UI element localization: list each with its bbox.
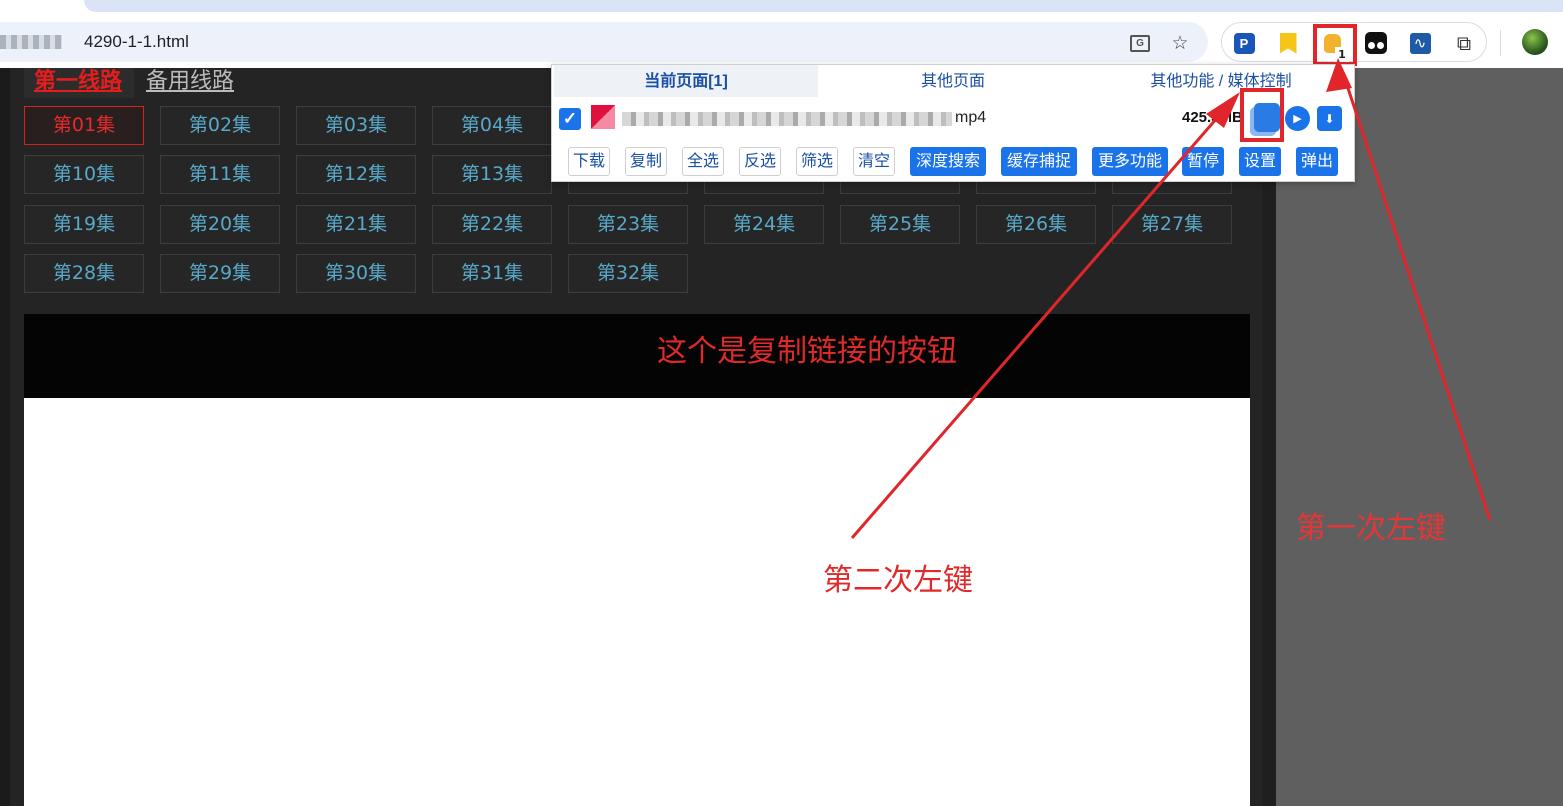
tampermonkey-extension-icon[interactable] bbox=[1364, 31, 1388, 55]
episode-button[interactable]: 第13集 bbox=[432, 155, 552, 194]
arrow-to-extension bbox=[1342, 75, 1492, 521]
annotation-copy-note: 这个是复制链接的按钮 bbox=[657, 334, 957, 369]
play-icon[interactable]: ▶ bbox=[1285, 106, 1310, 131]
media-name-blurred bbox=[622, 112, 952, 126]
episode-button[interactable]: 第04集 bbox=[432, 106, 552, 145]
copy-button-highlight-box bbox=[1240, 88, 1284, 142]
extension-popup: 当前页面[1] 其他页面 其他功能 / 媒体控制 ✓ mp4 425.3MB ▶… bbox=[551, 64, 1355, 182]
episode-button[interactable]: 第28集 bbox=[24, 254, 144, 293]
download-icon[interactable]: ⬇ bbox=[1317, 106, 1342, 131]
episode-button[interactable]: 第27集 bbox=[1112, 205, 1232, 244]
episode-button[interactable]: 第29集 bbox=[160, 254, 280, 293]
episode-button[interactable]: 第23集 bbox=[568, 205, 688, 244]
toolbar-divider bbox=[1500, 30, 1501, 56]
tab-more-functions[interactable]: 其他功能 / 媒体控制 bbox=[1088, 65, 1354, 97]
popout-button[interactable]: 弹出 bbox=[1296, 147, 1338, 176]
tab-other-pages[interactable]: 其他页面 bbox=[818, 65, 1088, 97]
episode-button[interactable]: 第19集 bbox=[24, 205, 144, 244]
extension-highlight-box bbox=[1313, 24, 1357, 66]
deep-search-button[interactable]: 深度搜索 bbox=[910, 147, 986, 176]
annotation-second-click: 第二次左键 bbox=[823, 563, 973, 598]
select-all-button[interactable]: 全选 bbox=[682, 147, 724, 176]
tab-current-page[interactable]: 当前页面[1] bbox=[554, 65, 818, 97]
media-file-size: 425.3MB bbox=[1182, 109, 1243, 126]
media-checkbox[interactable]: ✓ bbox=[559, 108, 581, 130]
tab-strip bbox=[0, 0, 1563, 20]
episode-button[interactable]: 第30集 bbox=[296, 254, 416, 293]
episode-button[interactable]: 第32集 bbox=[568, 254, 688, 293]
media-file-extension: mp4 bbox=[955, 109, 987, 126]
url-blurred-prefix bbox=[0, 35, 62, 49]
bookmark-extension-icon[interactable] bbox=[1276, 31, 1300, 55]
extensions-puzzle-icon[interactable]: ⧉ bbox=[1452, 31, 1476, 55]
video-player-header bbox=[24, 314, 1250, 398]
line-tab-primary[interactable]: 第一线路 bbox=[24, 68, 134, 98]
popup-action-row: 下载 复制 全选 反选 筛选 清空 深度搜索 缓存捕捉 更多功能 暂停 设置 弹… bbox=[552, 145, 1354, 179]
episode-button[interactable]: 第22集 bbox=[432, 205, 552, 244]
settings-button[interactable]: 设置 bbox=[1239, 147, 1281, 176]
more-functions-button[interactable]: 更多功能 bbox=[1092, 147, 1168, 176]
cache-capture-button[interactable]: 缓存捕捉 bbox=[1001, 147, 1077, 176]
video-player[interactable] bbox=[24, 398, 1250, 806]
invert-selection-button[interactable]: 反选 bbox=[739, 147, 781, 176]
episode-button[interactable]: 第24集 bbox=[704, 205, 824, 244]
episode-button[interactable]: 第20集 bbox=[160, 205, 280, 244]
pulse-extension-icon[interactable]: ∿ bbox=[1408, 31, 1432, 55]
episode-button[interactable]: 第12集 bbox=[296, 155, 416, 194]
episode-button[interactable]: 第11集 bbox=[160, 155, 280, 194]
active-tab[interactable] bbox=[84, 0, 1563, 12]
clear-button[interactable]: 清空 bbox=[853, 147, 895, 176]
episode-button[interactable]: 第26集 bbox=[976, 205, 1096, 244]
line-tab-backup[interactable]: 备用线路 bbox=[146, 68, 234, 96]
episode-button[interactable]: 第02集 bbox=[160, 106, 280, 145]
episode-button[interactable]: 第21集 bbox=[296, 205, 416, 244]
media-item-row: ✓ mp4 425.3MB ▶ ⬇ bbox=[552, 99, 1354, 139]
security-extension-icon[interactable]: P bbox=[1232, 31, 1256, 55]
annotation-first-click: 第一次左键 bbox=[1296, 511, 1446, 546]
address-bar[interactable]: 4290-1-1.html G ☆ bbox=[0, 22, 1208, 62]
bookmark-star-icon[interactable]: ☆ bbox=[1168, 31, 1192, 55]
episode-button[interactable]: 第10集 bbox=[24, 155, 144, 194]
episode-button[interactable]: 第31集 bbox=[432, 254, 552, 293]
profile-avatar[interactable] bbox=[1522, 29, 1548, 55]
media-favicon bbox=[591, 105, 615, 129]
filter-button[interactable]: 筛选 bbox=[796, 147, 838, 176]
url-text: 4290-1-1.html bbox=[84, 32, 189, 51]
episode-button[interactable]: 第25集 bbox=[840, 205, 960, 244]
episode-button[interactable]: 第01集 bbox=[24, 106, 144, 145]
download-button[interactable]: 下载 bbox=[568, 147, 610, 176]
pause-button[interactable]: 暂停 bbox=[1182, 147, 1224, 176]
episode-button[interactable]: 第03集 bbox=[296, 106, 416, 145]
translate-icon[interactable]: G bbox=[1128, 31, 1152, 55]
copy-button[interactable]: 复制 bbox=[625, 147, 667, 176]
